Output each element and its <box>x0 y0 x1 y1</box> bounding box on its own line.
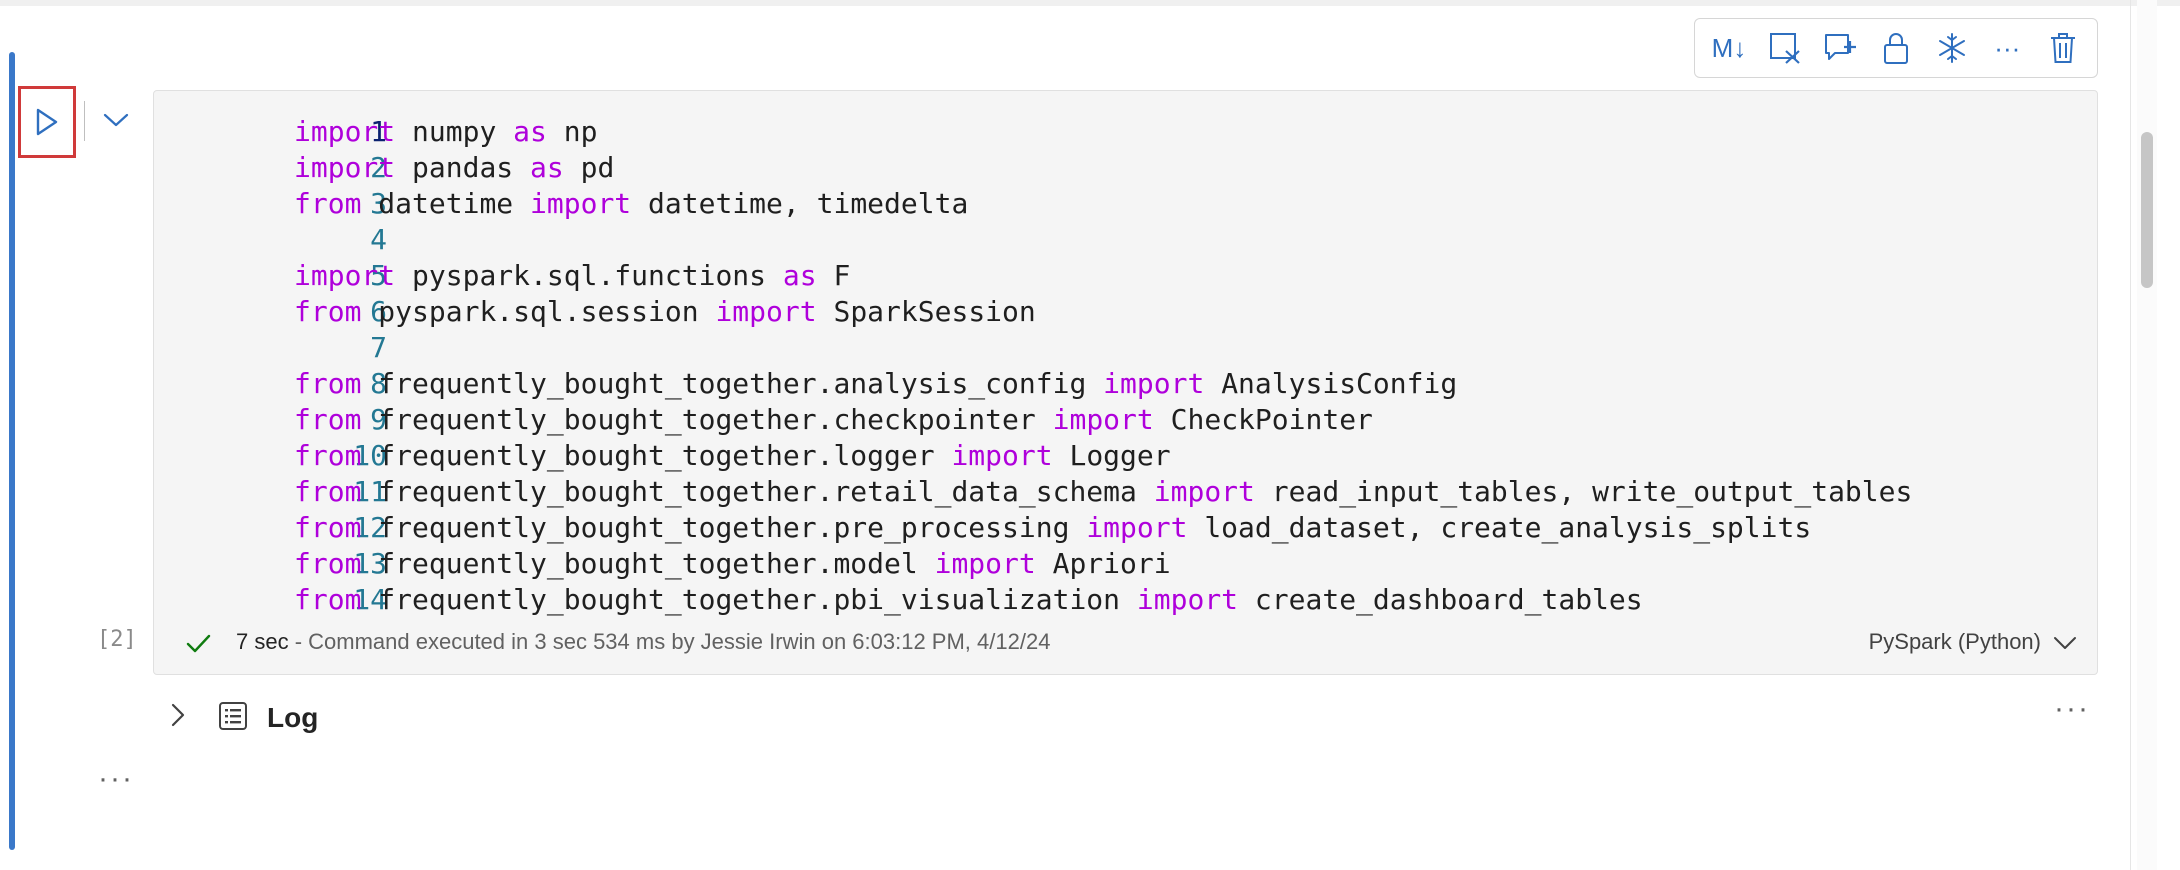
delete-cell-button[interactable] <box>2043 28 2083 68</box>
chevron-down-icon[interactable] <box>2051 629 2079 657</box>
code-text: import pyspark.sql.functions as F <box>294 259 851 292</box>
code-text: from frequently_bought_together.logger i… <box>294 439 1171 472</box>
cell-selection-bar <box>9 52 15 850</box>
page-edge <box>2130 0 2131 870</box>
code-line[interactable]: 8 from frequently_bought_together.analysi… <box>154 366 2097 402</box>
code-line[interactable]: 12 from frequently_bought_together.pre_pr… <box>154 510 2097 546</box>
lock-button[interactable] <box>1876 28 1916 68</box>
cell-toolbar: M↓ ··· <box>1694 18 2098 78</box>
execution-detail: - Command executed in 3 sec 534 ms by Je… <box>288 629 1051 654</box>
code-cell[interactable]: 1 import numpy as np 2 import pandas as pd 3… <box>97 90 2098 675</box>
code-text: from frequently_bought_together.pbi_visu… <box>294 583 1643 616</box>
log-label[interactable]: Log <box>267 702 318 734</box>
log-more-button[interactable]: ··· <box>2054 692 2090 726</box>
code-text: from frequently_bought_together.model im… <box>294 547 1171 580</box>
code-text: import numpy as np <box>294 115 598 148</box>
code-line[interactable]: 3 from datetime import datetime, timedelt… <box>154 186 2097 222</box>
code-text: from frequently_bought_together.checkpoi… <box>294 403 1373 436</box>
line-number: 7 <box>370 331 387 364</box>
markdown-toggle-button[interactable]: M↓ <box>1709 28 1749 68</box>
code-text: from frequently_bought_together.analysis… <box>294 367 1458 400</box>
code-line[interactable]: 5 import pyspark.sql.functions as F <box>154 258 2097 294</box>
code-line[interactable]: 11 from frequently_bought_together.retail… <box>154 474 2097 510</box>
add-comment-icon <box>1825 34 1857 60</box>
execution-duration: 7 sec <box>236 629 289 654</box>
output-more-button[interactable]: ··· <box>98 762 134 796</box>
chevron-down-icon <box>103 113 129 127</box>
code-line[interactable]: 7 <box>154 330 2097 366</box>
code-line[interactable]: 2 import pandas as pd <box>154 150 2097 186</box>
code-text: from datetime import datetime, timedelta <box>294 187 969 220</box>
scrollbar-track[interactable] <box>2137 0 2157 870</box>
run-cell-button[interactable] <box>18 86 76 158</box>
success-check-icon <box>186 634 211 653</box>
language-selector[interactable]: PySpark (Python) <box>1869 629 2041 655</box>
code-text: from pyspark.sql.session import SparkSes… <box>294 295 1036 328</box>
log-section: Log ··· <box>153 690 2098 744</box>
scrollbar-thumb[interactable] <box>2141 132 2153 288</box>
execution-status: 7 sec - Command executed in 3 sec 534 ms… <box>236 629 1050 655</box>
code-line[interactable]: 1 import numpy as np <box>154 114 2097 150</box>
line-number: 4 <box>370 223 387 256</box>
run-separator <box>84 101 85 141</box>
add-comment-button[interactable] <box>1820 28 1860 68</box>
run-options-button[interactable] <box>100 104 132 136</box>
cell-status-bar: [2] 7 sec - Command executed in 3 sec 53… <box>97 623 2097 663</box>
clear-output-icon <box>1769 33 1800 64</box>
execution-count: [2] <box>97 627 137 652</box>
code-text: from frequently_bought_together.retail_d… <box>294 475 1913 508</box>
top-divider <box>0 0 2180 6</box>
list-icon <box>219 702 247 730</box>
code-line[interactable]: 4 <box>154 222 2097 258</box>
code-text: import pandas as pd <box>294 151 615 184</box>
play-icon <box>36 108 58 136</box>
freeze-button[interactable] <box>1932 28 1972 68</box>
code-text: from frequently_bought_together.pre_proc… <box>294 511 1812 544</box>
markdown-toggle-icon: M↓ <box>1711 32 1747 63</box>
code-line[interactable]: 10 from frequently_bought_together.logger… <box>154 438 2097 474</box>
code-editor[interactable]: 1 import numpy as np 2 import pandas as pd 3… <box>154 114 2097 618</box>
chevron-right-icon[interactable] <box>163 700 193 730</box>
freeze-icon <box>1938 33 1965 63</box>
more-icon: ··· <box>1994 32 2021 63</box>
delete-icon <box>2050 33 2075 63</box>
clear-output-button[interactable] <box>1765 28 1805 68</box>
code-line[interactable]: 13 from frequently_bought_together.model … <box>154 546 2097 582</box>
code-line[interactable]: 6 from pyspark.sql.session import SparkSe… <box>154 294 2097 330</box>
more-options-button[interactable]: ··· <box>1987 28 2027 68</box>
lock-icon <box>1883 33 1908 64</box>
code-line[interactable]: 9 from frequently_bought_together.checkpo… <box>154 402 2097 438</box>
code-line[interactable]: 14 from frequently_bought_together.pbi_vi… <box>154 582 2097 618</box>
